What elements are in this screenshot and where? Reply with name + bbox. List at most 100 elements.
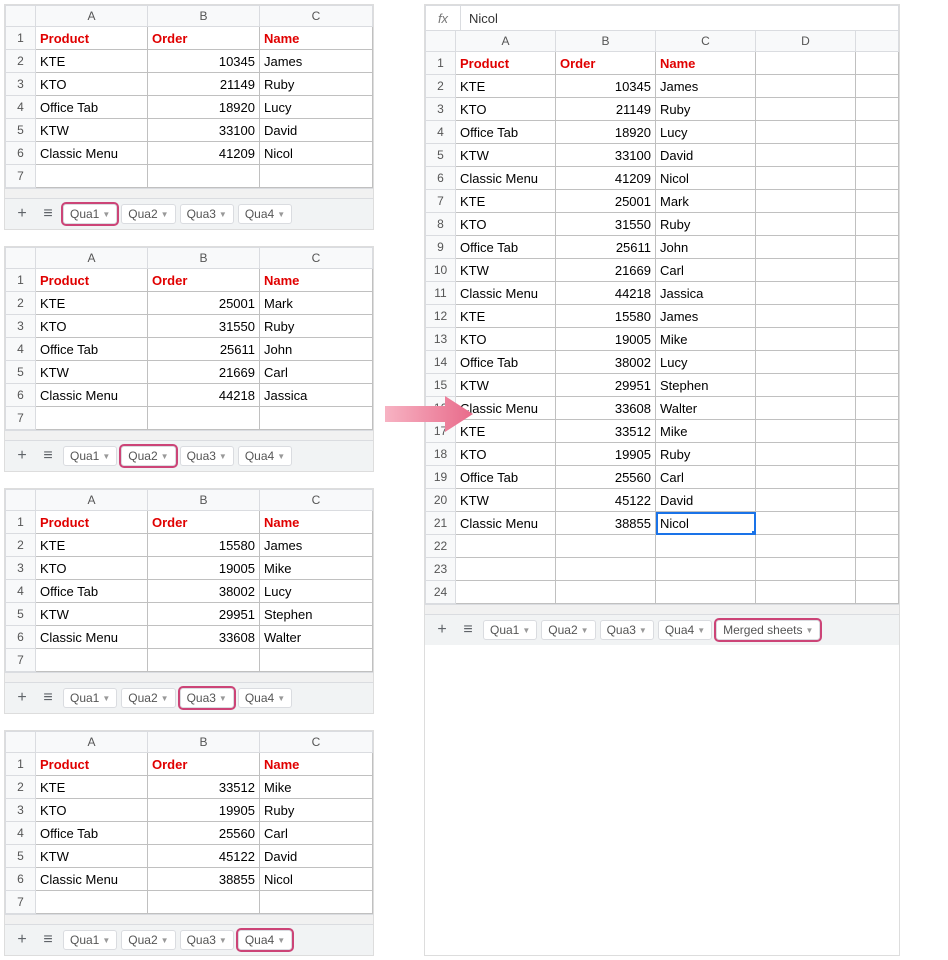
row-header[interactable]: 1 — [6, 269, 36, 292]
cell-order[interactable]: 10345 — [556, 75, 656, 98]
col-header-C[interactable]: C — [260, 6, 373, 27]
corner-cell[interactable] — [6, 490, 36, 511]
cell-product[interactable]: KTW — [36, 361, 148, 384]
col-header-C[interactable]: C — [260, 732, 373, 753]
row-header[interactable]: 15 — [426, 374, 456, 397]
header-name[interactable]: Name — [260, 511, 373, 534]
row-header[interactable]: 3 — [6, 799, 36, 822]
scroll-region[interactable] — [5, 188, 373, 198]
cell-product[interactable]: KTE — [36, 50, 148, 73]
row-header[interactable]: 22 — [426, 535, 456, 558]
cell-name[interactable]: Nicol — [656, 512, 756, 535]
cell-name[interactable]: Mike — [656, 328, 756, 351]
header-name[interactable]: Name — [260, 269, 373, 292]
col-header-C[interactable]: C — [260, 490, 373, 511]
col-header-A[interactable]: A — [36, 490, 148, 511]
cell-order[interactable]: 19005 — [148, 557, 260, 580]
cell-order[interactable]: 25560 — [148, 822, 260, 845]
cell-order[interactable]: 44218 — [556, 282, 656, 305]
corner-cell[interactable] — [6, 248, 36, 269]
row-header[interactable]: 7 — [6, 165, 36, 188]
row-header[interactable]: 5 — [426, 144, 456, 167]
row-header[interactable]: 13 — [426, 328, 456, 351]
sheet-tab-Qua2[interactable]: Qua2▼ — [121, 930, 175, 950]
cell-name[interactable]: Lucy — [260, 580, 373, 603]
cell-order[interactable]: 25611 — [148, 338, 260, 361]
cell-name[interactable]: Mike — [260, 557, 373, 580]
cell-product[interactable]: KTW — [456, 259, 556, 282]
cell-order[interactable]: 33100 — [556, 144, 656, 167]
row-header[interactable]: 1 — [6, 511, 36, 534]
sheet-tab-Qua1[interactable]: Qua1▼ — [63, 446, 117, 466]
row-header[interactable]: 7 — [426, 190, 456, 213]
add-sheet-button[interactable]: + — [11, 687, 33, 709]
row-header[interactable]: 2 — [6, 534, 36, 557]
cell-name[interactable]: Ruby — [656, 443, 756, 466]
row-header[interactable]: 9 — [426, 236, 456, 259]
cell-order[interactable]: 19905 — [556, 443, 656, 466]
cell-name[interactable]: Lucy — [656, 351, 756, 374]
cell-order[interactable]: 44218 — [148, 384, 260, 407]
cell-order[interactable]: 33512 — [148, 776, 260, 799]
cell-name[interactable]: Carl — [656, 466, 756, 489]
cell-order[interactable]: 15580 — [556, 305, 656, 328]
header-name[interactable]: Name — [260, 27, 373, 50]
cell-name[interactable]: Ruby — [260, 799, 373, 822]
cell-order[interactable]: 19005 — [556, 328, 656, 351]
cell-order[interactable]: 41209 — [148, 142, 260, 165]
data-grid[interactable]: ABC1 Product Order Name2 KTE 33512 Mike3… — [5, 731, 373, 914]
header-name[interactable]: Name — [260, 753, 373, 776]
row-header[interactable]: 2 — [6, 50, 36, 73]
col-header-B[interactable]: B — [148, 490, 260, 511]
col-header-C[interactable]: C — [656, 31, 756, 52]
all-sheets-button[interactable]: ≡ — [37, 203, 59, 225]
cell-product[interactable]: Office Tab — [36, 96, 148, 119]
row-header[interactable]: 6 — [6, 384, 36, 407]
cell-order[interactable]: 33608 — [148, 626, 260, 649]
formula-value[interactable]: Nicol — [461, 11, 506, 26]
row-header[interactable]: 4 — [6, 338, 36, 361]
header-product[interactable]: Product — [36, 753, 148, 776]
cell-name[interactable]: James — [260, 534, 373, 557]
cell-name[interactable]: Mark — [656, 190, 756, 213]
cell-name[interactable]: John — [260, 338, 373, 361]
row-header[interactable]: 17 — [426, 420, 456, 443]
cell-order[interactable]: 15580 — [148, 534, 260, 557]
cell-name[interactable]: Nicol — [260, 868, 373, 891]
row-header[interactable]: 6 — [426, 167, 456, 190]
row-header[interactable]: 6 — [6, 626, 36, 649]
row-header[interactable]: 5 — [6, 119, 36, 142]
row-header[interactable]: 2 — [6, 776, 36, 799]
sheet-tab-Qua3[interactable]: Qua3▼ — [180, 204, 234, 224]
cell-name[interactable]: Mike — [260, 776, 373, 799]
scroll-region[interactable] — [5, 672, 373, 682]
cell-product[interactable]: Office Tab — [456, 121, 556, 144]
col-header-extra[interactable] — [856, 31, 899, 52]
sheet-tab-Qua2[interactable]: Qua2▼ — [121, 204, 175, 224]
cell-order[interactable]: 45122 — [148, 845, 260, 868]
cell-name[interactable]: David — [260, 845, 373, 868]
cell-name[interactable]: John — [656, 236, 756, 259]
row-header[interactable]: 7 — [6, 891, 36, 914]
add-sheet-button[interactable]: + — [11, 203, 33, 225]
sheet-tab-Qua1[interactable]: Qua1▼ — [63, 204, 117, 224]
col-header-A[interactable]: A — [36, 6, 148, 27]
cell-product[interactable]: KTE — [456, 75, 556, 98]
cell-order[interactable]: 25560 — [556, 466, 656, 489]
cell-order[interactable]: 31550 — [556, 213, 656, 236]
header-order[interactable]: Order — [148, 27, 260, 50]
cell-name[interactable]: Ruby — [656, 98, 756, 121]
cell-order[interactable]: 19905 — [148, 799, 260, 822]
all-sheets-button[interactable]: ≡ — [37, 445, 59, 467]
row-header[interactable]: 8 — [426, 213, 456, 236]
cell-product[interactable]: KTE — [36, 534, 148, 557]
sheet-tab-Qua3[interactable]: Qua3▼ — [600, 620, 654, 640]
row-header[interactable]: 3 — [426, 98, 456, 121]
cell-product[interactable]: KTW — [36, 119, 148, 142]
cell-order[interactable]: 18920 — [556, 121, 656, 144]
cell-product[interactable]: KTO — [36, 73, 148, 96]
cell-order[interactable]: 25001 — [148, 292, 260, 315]
scroll-region[interactable] — [425, 604, 899, 614]
cell-product[interactable]: Office Tab — [36, 580, 148, 603]
cell-order[interactable]: 38855 — [556, 512, 656, 535]
